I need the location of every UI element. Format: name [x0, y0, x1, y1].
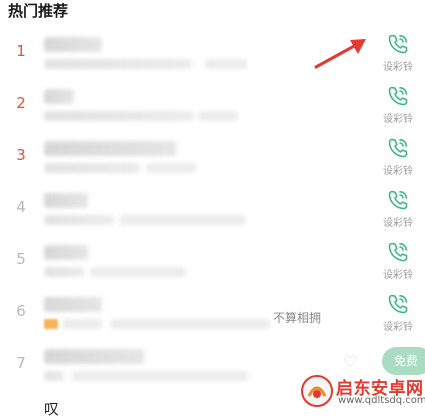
- song-title-blurred: [44, 141, 176, 156]
- song-title-blurred: [44, 245, 88, 260]
- song-subtitle-tail: 不算相拥: [273, 311, 322, 325]
- song-row[interactable]: 3 设彩铃: [0, 136, 425, 188]
- song-row[interactable]: 2 设彩铃: [0, 84, 425, 136]
- set-ringtone-button[interactable]: 设彩铃: [378, 240, 418, 288]
- watermark-url: www.qdltsdq.com: [338, 395, 425, 406]
- song-subtitle-blurred: [62, 319, 102, 329]
- phone-ring-icon: [388, 190, 408, 210]
- song-row[interactable]: 5 设彩铃: [0, 240, 425, 292]
- set-ringtone-label: 设彩铃: [383, 114, 413, 125]
- set-ringtone-button[interactable]: 设彩铃: [378, 84, 418, 132]
- phone-ring-icon: [388, 86, 408, 106]
- song-subtitle-blurred: [44, 163, 140, 173]
- set-ringtone-label: 设彩铃: [383, 62, 413, 73]
- watermark-logo-icon: [301, 375, 333, 407]
- rank-number: 1: [16, 42, 26, 60]
- song-subtitle-blurred: [120, 215, 246, 225]
- song-row[interactable]: 4 设彩铃: [0, 188, 425, 240]
- song-subtitle-blurred: [90, 267, 186, 277]
- badge-tag-blurred: [44, 319, 58, 329]
- free-button[interactable]: 免费: [382, 347, 425, 375]
- set-ringtone-button[interactable]: 设彩铃: [378, 32, 418, 80]
- song-title-blurred: [44, 193, 88, 208]
- song-title-blurred: [44, 297, 102, 312]
- rank-number: 4: [16, 198, 26, 216]
- set-ringtone-button[interactable]: 设彩铃: [378, 292, 418, 340]
- section-title: 热门推荐: [8, 2, 69, 20]
- partial-row-title: 叹: [44, 400, 60, 418]
- set-ringtone-label: 设彩铃: [383, 270, 413, 281]
- set-ringtone-label: 设彩铃: [383, 166, 413, 177]
- heart-icon[interactable]: ♡: [343, 352, 357, 371]
- phone-ring-icon: [388, 294, 408, 314]
- rank-number: 2: [16, 94, 26, 112]
- song-subtitle-blurred: [44, 215, 114, 225]
- song-subtitle-blurred: [198, 111, 238, 121]
- song-subtitle-blurred: [44, 371, 64, 381]
- song-subtitle-blurred: [146, 163, 196, 173]
- watermark: 启东安卓网 www.qdltsdq.com: [300, 372, 425, 412]
- song-subtitle-blurred: [110, 319, 270, 329]
- rank-number: 5: [16, 250, 26, 268]
- set-ringtone-button[interactable]: 设彩铃: [378, 136, 418, 184]
- song-subtitle-blurred: [44, 111, 194, 121]
- rank-number: 7: [16, 354, 26, 372]
- rank-number: 6: [16, 302, 26, 320]
- song-subtitle-blurred: [72, 371, 248, 381]
- set-ringtone-label: 设彩铃: [383, 322, 413, 333]
- phone-ring-icon: [388, 34, 408, 54]
- phone-ring-icon: [388, 242, 408, 262]
- red-arrow-pointer: [314, 39, 366, 69]
- song-title-blurred: [44, 349, 144, 364]
- rank-number: 3: [16, 146, 26, 164]
- song-title-blurred: [44, 89, 74, 104]
- song-title-blurred: [44, 37, 102, 52]
- set-ringtone-label: 设彩铃: [383, 218, 413, 229]
- song-row[interactable]: 6 不算相拥 设彩铃: [0, 292, 425, 344]
- set-ringtone-button[interactable]: 设彩铃: [378, 188, 418, 236]
- song-subtitle-blurred: [44, 267, 84, 277]
- song-subtitle-blurred: [205, 59, 247, 69]
- song-subtitle-blurred: [44, 59, 192, 69]
- phone-ring-icon: [388, 138, 408, 158]
